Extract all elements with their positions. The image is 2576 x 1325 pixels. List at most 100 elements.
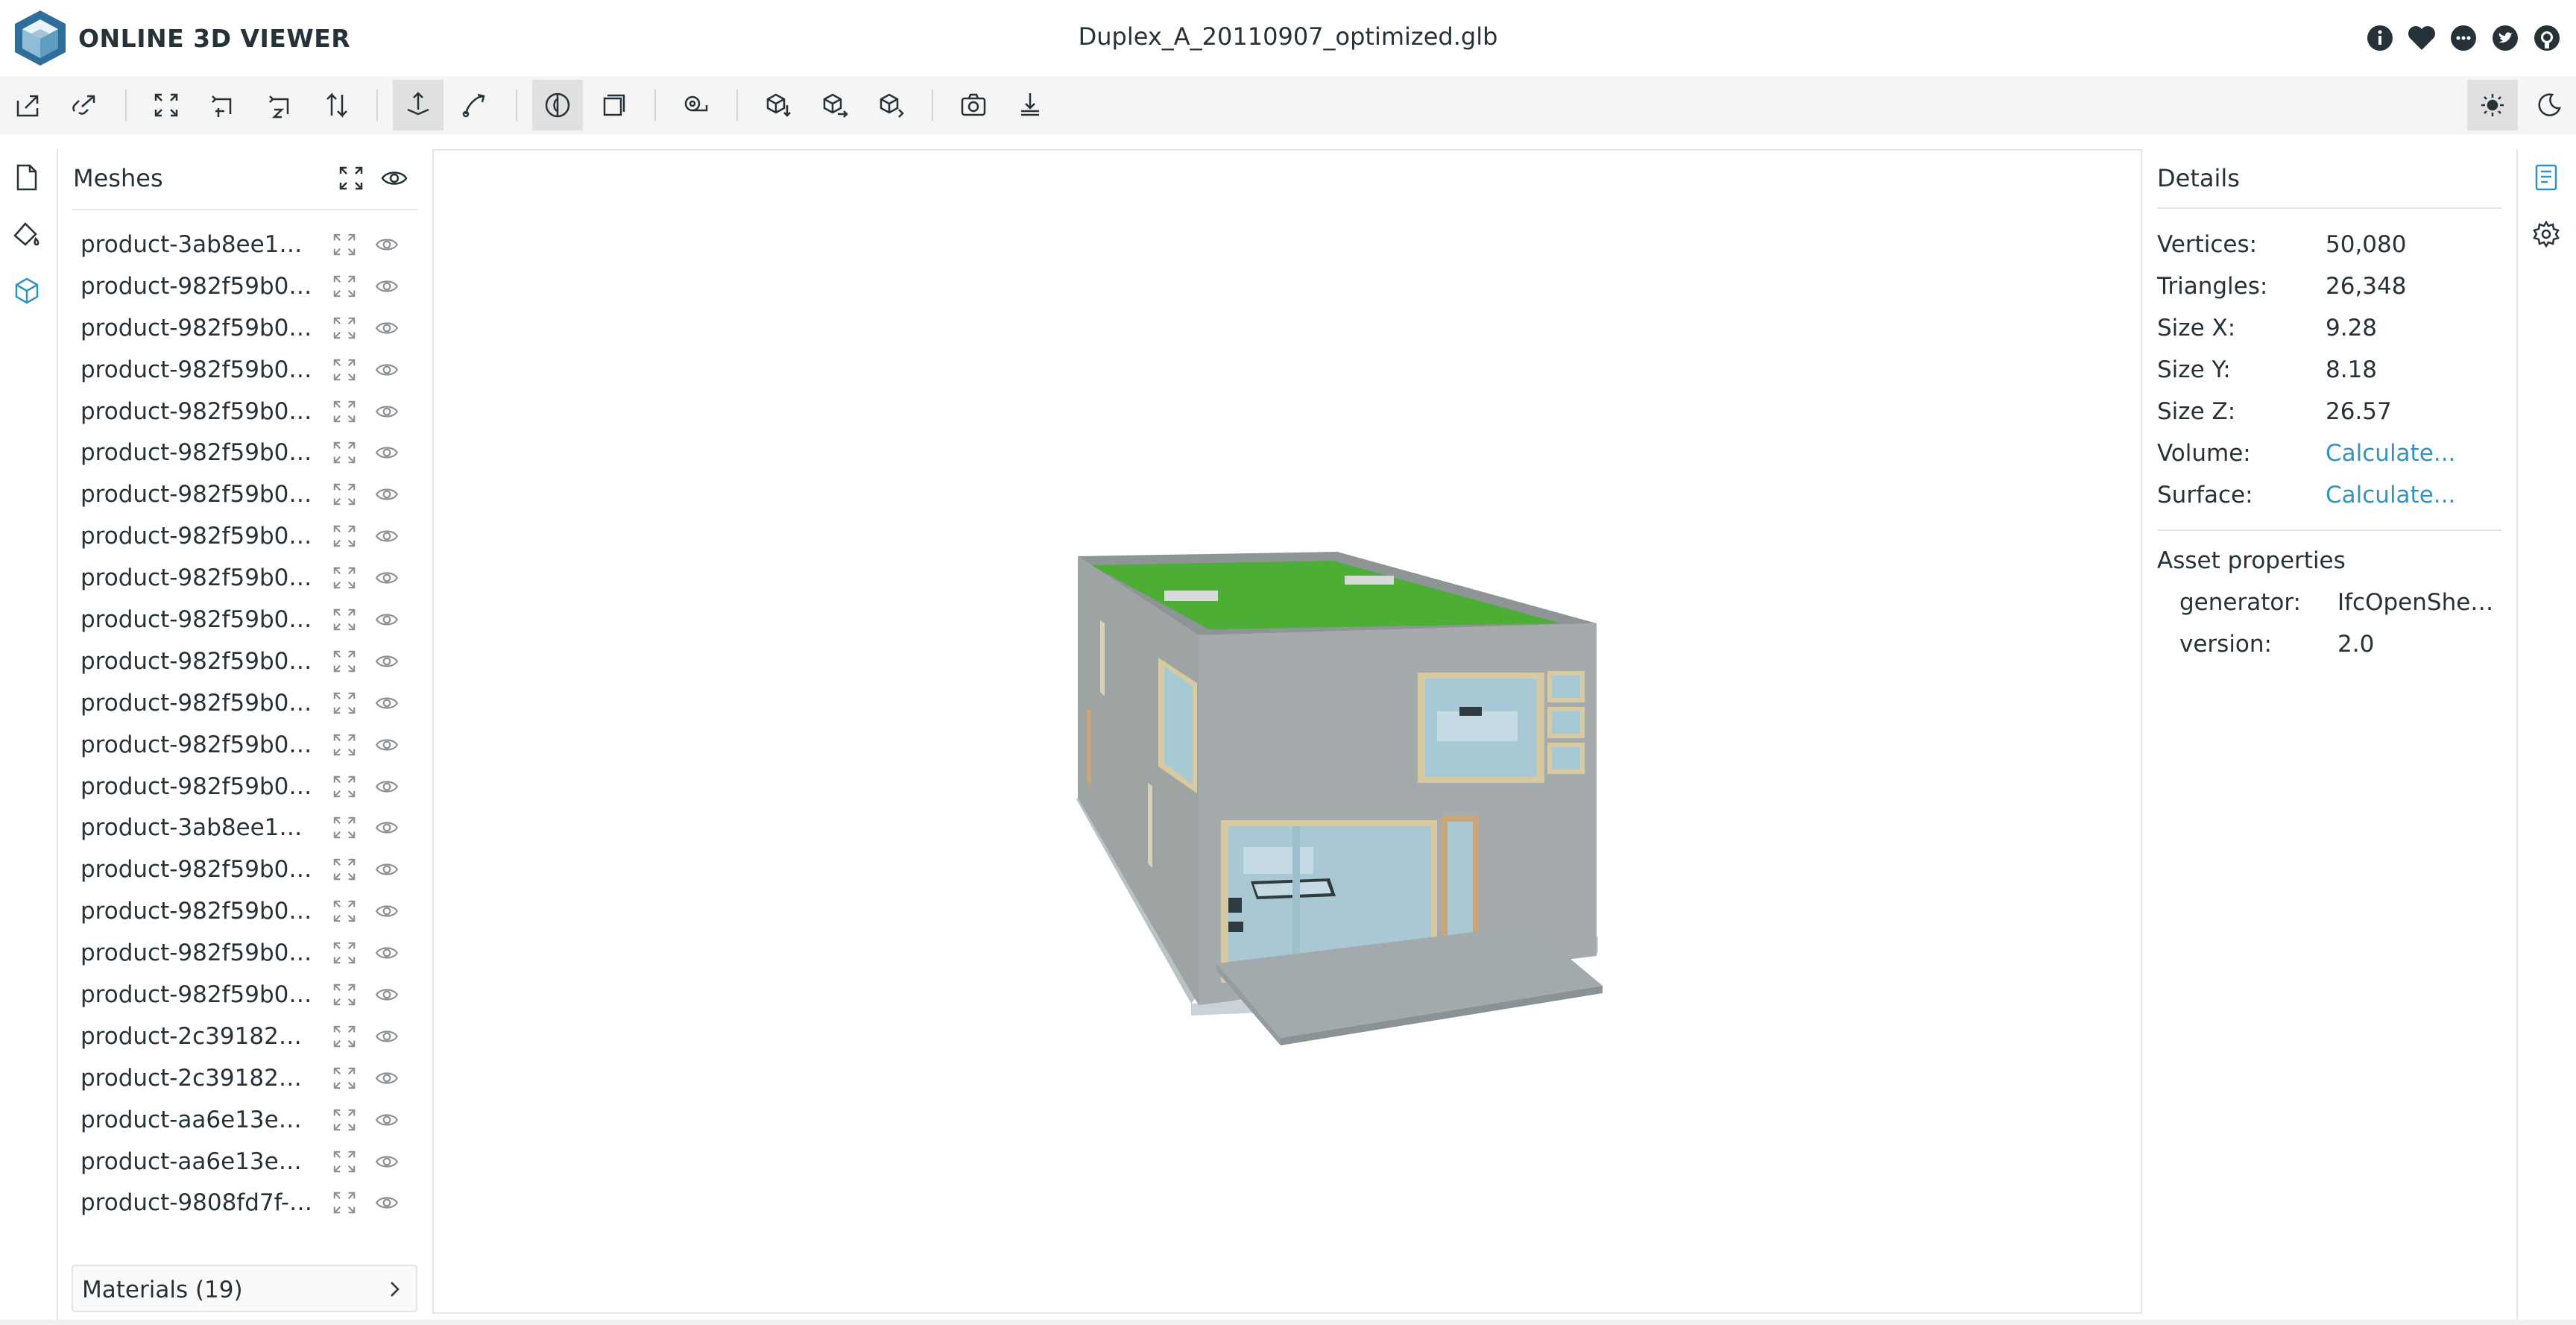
twitter-icon[interactable]: [2491, 24, 2519, 52]
fit-to-window-icon[interactable]: [141, 80, 192, 130]
fit-mesh-icon[interactable]: [329, 1063, 359, 1093]
eye-icon[interactable]: [371, 313, 402, 343]
fixed-up-vector-icon[interactable]: [393, 80, 443, 130]
fit-mesh-icon[interactable]: [329, 521, 359, 551]
perspective-icon[interactable]: [532, 80, 583, 130]
eye-icon[interactable]: [371, 688, 402, 718]
eye-icon[interactable]: [371, 1022, 402, 1051]
mesh-list-item[interactable]: product-982f59b0-f...: [72, 349, 417, 391]
mesh-list-item[interactable]: product-982f59b0-f...: [72, 724, 417, 766]
fit-mesh-icon[interactable]: [329, 772, 359, 802]
eye-icon[interactable]: [371, 855, 402, 884]
eye-icon[interactable]: [371, 1063, 402, 1093]
light-mode-icon[interactable]: [2467, 80, 2518, 130]
eye-icon[interactable]: [371, 479, 402, 509]
z-up-icon[interactable]: [255, 80, 306, 130]
mesh-list-item[interactable]: product-9808fd7f-d...: [72, 1182, 417, 1224]
fit-mesh-icon[interactable]: [329, 397, 359, 427]
open-file-icon[interactable]: [3, 80, 54, 130]
fit-mesh-icon[interactable]: [329, 1022, 359, 1051]
eye-icon[interactable]: [371, 230, 402, 259]
eye-icon[interactable]: [371, 563, 402, 593]
calculate-link[interactable]: Calculate...: [2326, 482, 2455, 509]
mesh-list-item[interactable]: product-aa6e13ea-b...: [72, 1099, 417, 1141]
fit-mesh-icon[interactable]: [329, 313, 359, 343]
mesh-list-item[interactable]: product-982f59b0-f...: [72, 766, 417, 808]
mesh-list-item[interactable]: product-2c391822-0...: [72, 1057, 417, 1099]
materials-tab-icon[interactable]: [9, 216, 45, 252]
eye-icon[interactable]: [371, 271, 402, 301]
orthographic-icon[interactable]: [589, 80, 640, 130]
fit-mesh-icon[interactable]: [329, 479, 359, 509]
fit-mesh-icon[interactable]: [329, 271, 359, 301]
eye-icon[interactable]: [371, 980, 402, 1010]
mesh-list-item[interactable]: product-982f59b0-f...: [72, 265, 417, 307]
fit-mesh-icon[interactable]: [329, 938, 359, 968]
fit-mesh-icon[interactable]: [329, 646, 359, 676]
embed-icon[interactable]: [866, 80, 917, 130]
fit-mesh-icon[interactable]: [329, 438, 359, 468]
eye-icon[interactable]: [371, 521, 402, 551]
discord-icon[interactable]: [2449, 24, 2478, 52]
materials-section-button[interactable]: Materials (19): [72, 1265, 417, 1312]
fit-mesh-icon[interactable]: [329, 605, 359, 635]
fit-mesh-icon[interactable]: [329, 1105, 359, 1135]
eye-icon[interactable]: [371, 355, 402, 385]
flip-up-icon[interactable]: [312, 80, 362, 130]
mesh-list-item[interactable]: product-982f59b0-f...: [72, 849, 417, 890]
fit-all-icon[interactable]: [335, 163, 367, 194]
files-tab-icon[interactable]: [9, 160, 45, 195]
fit-mesh-icon[interactable]: [329, 730, 359, 760]
eye-icon[interactable]: [371, 646, 402, 676]
eye-icon[interactable]: [371, 938, 402, 968]
fit-mesh-icon[interactable]: [329, 1147, 359, 1177]
open-url-icon[interactable]: [58, 80, 109, 130]
info-icon[interactable]: [2366, 24, 2394, 52]
dark-mode-icon[interactable]: [2524, 80, 2575, 130]
mesh-list-item[interactable]: product-2c391822-0...: [72, 1016, 417, 1057]
mesh-list-item[interactable]: product-3ab8ee1d-0...: [72, 224, 417, 265]
eye-icon[interactable]: [371, 438, 402, 468]
mesh-list-item[interactable]: product-982f59b0-f...: [72, 641, 417, 682]
fit-mesh-icon[interactable]: [329, 855, 359, 884]
fit-mesh-icon[interactable]: [329, 563, 359, 593]
mesh-list-item[interactable]: product-aa6e13ea-b...: [72, 1141, 417, 1183]
mesh-list-item[interactable]: product-982f59b0-f...: [72, 307, 417, 349]
eye-icon[interactable]: [371, 1147, 402, 1177]
fit-mesh-icon[interactable]: [329, 980, 359, 1010]
measure-icon[interactable]: [671, 80, 722, 130]
eye-icon[interactable]: [371, 896, 402, 926]
mesh-list-item[interactable]: product-982f59b0-f...: [72, 432, 417, 473]
mesh-list-item[interactable]: product-982f59b0-f...: [72, 557, 417, 599]
calculate-link[interactable]: Calculate...: [2326, 440, 2455, 467]
mesh-list-item[interactable]: product-982f59b0-f...: [72, 599, 417, 641]
fit-mesh-icon[interactable]: [329, 1188, 359, 1218]
mesh-list-item[interactable]: product-982f59b0-f...: [72, 890, 417, 932]
fit-mesh-icon[interactable]: [329, 896, 359, 926]
mesh-list-item[interactable]: product-982f59b0-f...: [72, 391, 417, 432]
mesh-list-item[interactable]: product-982f59b0-f...: [72, 974, 417, 1016]
eye-icon[interactable]: [371, 730, 402, 760]
free-orbit-icon[interactable]: [449, 80, 500, 130]
fit-mesh-icon[interactable]: [329, 688, 359, 718]
eye-icon[interactable]: [371, 1105, 402, 1135]
mesh-list-item[interactable]: product-3ab8ee1d-0...: [72, 807, 417, 849]
mesh-list-item[interactable]: product-982f59b0-f...: [72, 473, 417, 515]
y-up-icon[interactable]: [198, 80, 248, 130]
settings-tab-icon[interactable]: [2528, 216, 2564, 252]
fit-mesh-icon[interactable]: [329, 230, 359, 259]
heart-icon[interactable]: [2408, 24, 2436, 52]
mesh-list-item[interactable]: product-982f59b0-f...: [72, 515, 417, 557]
mesh-list-item[interactable]: product-982f59b0-f...: [72, 682, 417, 724]
eye-icon[interactable]: [371, 1188, 402, 1218]
github-icon[interactable]: [2533, 24, 2561, 52]
eye-icon[interactable]: [371, 813, 402, 843]
eye-icon[interactable]: [371, 397, 402, 427]
details-tab-icon[interactable]: [2528, 160, 2564, 195]
3d-viewport[interactable]: [432, 149, 2142, 1314]
meshes-tab-icon[interactable]: [9, 273, 45, 309]
fit-mesh-icon[interactable]: [329, 355, 359, 385]
show-all-eye-icon[interactable]: [379, 163, 410, 194]
share-icon[interactable]: [809, 80, 860, 130]
eye-icon[interactable]: [371, 772, 402, 802]
